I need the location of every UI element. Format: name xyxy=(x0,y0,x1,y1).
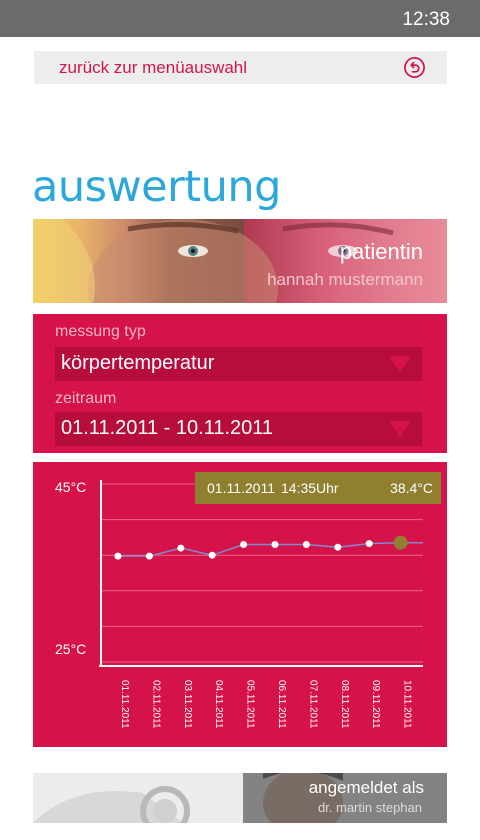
page-title: auswertung xyxy=(32,162,281,212)
period-value: 01.11.2011 - 10.11.2011 xyxy=(61,417,274,439)
measurement-type-select[interactable]: körpertemperatur xyxy=(55,347,422,381)
tooltip-value: 38.4°C xyxy=(390,480,433,496)
x-tick-label: 01.11.2011 xyxy=(119,680,130,729)
temperature-chart-panel: 45°C 25°C 01.11.2011 02.11.2011 03.11.2011… xyxy=(33,462,447,747)
x-tick-label: 09.11.2011 xyxy=(370,680,381,729)
data-point[interactable] xyxy=(271,541,279,549)
measurement-type-value: körpertemperatur xyxy=(61,352,215,374)
x-tick-labels: 01.11.2011 02.11.2011 03.11.2011 04.11.2011… xyxy=(119,680,413,729)
dropdown-arrow-icon xyxy=(389,356,411,372)
period-select[interactable]: 01.11.2011 - 10.11.2011 xyxy=(55,412,422,446)
logged-in-label: angemeldet als xyxy=(308,778,424,797)
data-point[interactable] xyxy=(177,544,185,552)
back-to-menu-label: zurück zur menüauswahl xyxy=(59,58,248,77)
data-point[interactable] xyxy=(334,543,342,551)
data-point[interactable] xyxy=(208,551,216,559)
y-tick-label-bottom: 25°C xyxy=(55,641,86,657)
logged-in-user-card[interactable]: angemeldet als dr. martin stephan xyxy=(33,773,447,823)
x-tick-label: 02.11.2011 xyxy=(150,680,161,729)
temperature-chart[interactable]: 45°C 25°C 01.11.2011 02.11.2011 03.11.2011… xyxy=(33,462,447,747)
series-line xyxy=(116,541,423,557)
data-point[interactable] xyxy=(145,552,153,560)
data-points xyxy=(114,535,408,560)
x-tick-label: 04.11.2011 xyxy=(213,680,224,729)
status-bar: 12:38 xyxy=(0,0,480,37)
data-point[interactable] xyxy=(240,541,248,549)
patient-name: hannah mustermann xyxy=(267,270,423,289)
value-tooltip: 01.11.2011 14:35Uhr 38.4°C xyxy=(195,472,441,504)
tooltip-time: 14:35Uhr xyxy=(281,480,339,496)
status-clock: 12:38 xyxy=(402,9,450,30)
x-tick-label: 05.11.2011 xyxy=(245,680,256,729)
x-tick-label: 06.11.2011 xyxy=(276,680,287,729)
back-arrow-circle-icon[interactable] xyxy=(403,56,426,79)
back-to-menu-button[interactable]: zurück zur menüauswahl xyxy=(34,51,447,84)
filter-panel: messung typ körpertemperatur zeitraum 01… xyxy=(33,314,447,453)
logged-in-user-name: dr. martin stephan xyxy=(317,800,422,815)
tooltip-date: 01.11.2011 xyxy=(207,480,275,496)
x-tick-label: 07.11.2011 xyxy=(307,680,318,729)
x-tick-label: 03.11.2011 xyxy=(182,680,193,729)
data-point[interactable] xyxy=(302,541,310,549)
patient-role: patientin xyxy=(339,239,423,264)
y-tick-label-top: 45°C xyxy=(55,479,86,495)
dropdown-arrow-icon xyxy=(389,421,411,437)
x-tick-label: 08.11.2011 xyxy=(339,680,350,729)
period-label: zeitraum xyxy=(55,390,117,407)
x-tick-label: 10.11.2011 xyxy=(402,680,413,729)
data-point[interactable] xyxy=(365,540,373,548)
data-point-highlighted[interactable] xyxy=(393,535,408,550)
chart-grid xyxy=(101,483,423,663)
data-point[interactable] xyxy=(114,552,122,560)
patient-card[interactable]: patientin hannah mustermann xyxy=(33,219,447,303)
measurement-type-label: messung typ xyxy=(55,323,146,340)
